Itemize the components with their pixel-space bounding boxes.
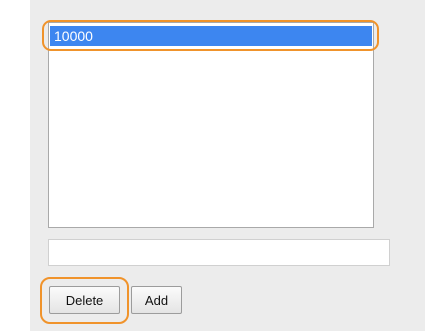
add-button[interactable]: Add	[131, 286, 182, 314]
value-input[interactable]	[48, 239, 390, 266]
value-listbox[interactable]: 10000	[48, 22, 374, 228]
list-item-selected[interactable]: 10000	[50, 26, 372, 46]
delete-button[interactable]: Delete	[49, 286, 120, 314]
